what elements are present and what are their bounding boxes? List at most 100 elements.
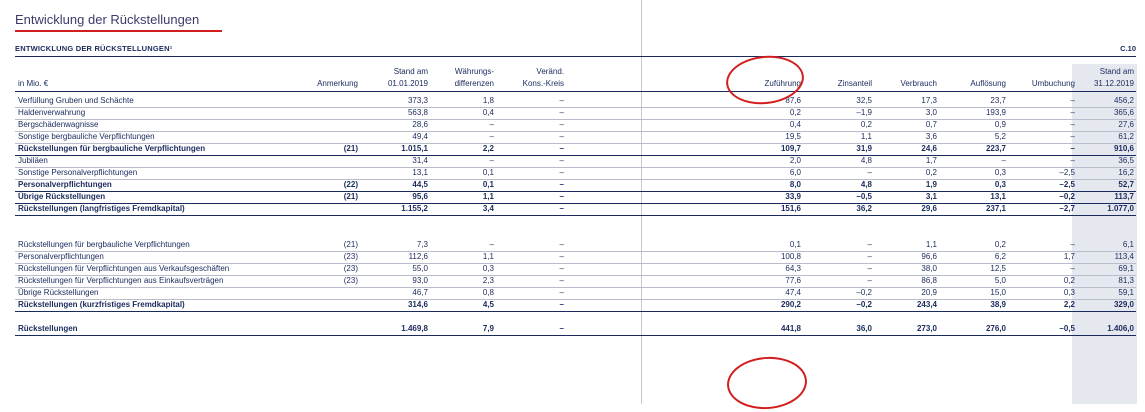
header-note: Anmerkung [317,79,358,88]
row-label: Sonstige Personalverpflichtungen [18,168,138,177]
row-cell-v5: 3,0 [925,108,937,117]
row-cell-v6: 5,2 [994,132,1006,141]
row-cell-v5: 20,9 [921,288,937,297]
row-cell-v7: –0,2 [1059,192,1075,201]
row-cell-v2: – [559,156,564,165]
row-cell-v2: – [559,240,564,249]
row-cell-v4: –0,2 [856,300,872,309]
row-cell-v7: – [1070,240,1075,249]
row-cell-v8: 59,1 [1118,288,1134,297]
row-cell-v7: – [1070,108,1075,117]
row-cell-v6: 223,7 [985,144,1006,153]
row-cell-v6: 6,2 [994,252,1006,261]
row-cell-v0: 314,6 [407,300,428,309]
row-cell-v8: 16,2 [1118,168,1134,177]
total-zufuehrung-circle-annotation [725,354,809,412]
row-cell-v0: 31,4 [412,156,428,165]
row-cell-v7: 0,3 [1063,288,1075,297]
row-cell-v4: – [867,168,872,177]
row-cell-v1: – [489,156,494,165]
row-cell-v0: 112,6 [408,252,428,261]
row-cell-v3: 441,8 [780,324,801,333]
row-cell-v4: –0,5 [856,192,872,201]
row-label: Übrige Rückstellungen [18,192,106,201]
row-cell-v7: 2,2 [1063,300,1075,309]
row-cell-v5: 24,6 [921,144,937,153]
row-label: Personalverpflichtungen [18,252,104,261]
row-cell-v3: 64,3 [785,264,801,273]
row-cell-v5: 3,1 [925,192,937,201]
row-cell-v2: – [559,132,564,141]
title-underline-annotation [15,30,222,32]
table-code: C.10 [1120,44,1136,53]
header-v1-bot: differenzen [454,79,494,88]
row-cell-v6: 5,0 [994,276,1006,285]
row-cell-v0: 55,0 [412,264,428,273]
row-cell-v8: 910,6 [1113,144,1134,153]
row-cell-v0: 1.155,2 [401,204,428,213]
header-v2-top: Veränd. [536,67,564,76]
header-v8-top: Stand am [1099,67,1134,76]
row-cell-v0: 44,5 [412,180,428,189]
row-cell-v8: 52,7 [1118,180,1134,189]
row-cell-v7: –2,5 [1059,180,1075,189]
table-row: Rückstellungen (langfristiges Fremdkapit… [15,203,1136,216]
header-v8-bot: 31.12.2019 [1093,79,1134,88]
row-cell-v4: – [867,252,872,261]
row-cell-v6: 0,3 [994,180,1006,189]
row-cell-v2: – [559,144,564,153]
table-row: Rückstellungen (kurzfristiges Fremdkapit… [15,299,1136,312]
row-cell-v8: 113,4 [1114,252,1134,261]
row-cell-v2: – [559,168,564,177]
row-cell-v6: 12,5 [990,264,1006,273]
header-v1-top: Währungs- [454,67,494,76]
row-cell-v8: 36,5 [1118,156,1134,165]
row-cell-v0: 1.015,1 [401,144,428,153]
row-cell-v4: 36,2 [856,204,872,213]
row-cell-v4: 4,8 [860,156,872,165]
row-cell-v5: 1,7 [925,156,937,165]
row-cell-v2: – [559,180,564,189]
table-header: Stand am Währungs- Veränd. Stand am in M… [15,67,1136,91]
row-cell-v8: 81,3 [1118,276,1134,285]
row-cell-v5: 1,1 [925,240,937,249]
row-cell-v1: 0,8 [482,288,494,297]
row-note: (21) [343,240,358,249]
row-cell-v3: 77,6 [785,276,801,285]
row-cell-v3: 33,9 [785,192,801,201]
row-note: (21) [343,192,358,201]
row-cell-v1: – [489,240,494,249]
row-cell-v8: 456,2 [1113,96,1134,105]
row-cell-v7: 1,7 [1063,252,1075,261]
row-cell-v5: 96,6 [921,252,937,261]
row-label: Sonstige bergbauliche Verpflichtungen [18,132,155,141]
row-cell-v4: 31,9 [856,144,872,153]
header-v4: Zinsanteil [837,79,872,88]
row-label: Bergschädenwagnisse [18,120,99,129]
row-cell-v0: 93,0 [412,276,428,285]
row-cell-v7: – [1070,132,1075,141]
row-cell-v3: 0,4 [789,120,801,129]
row-cell-v8: 61,2 [1118,132,1134,141]
row-cell-v5: 0,2 [925,168,937,177]
row-cell-v6: 23,7 [990,96,1006,105]
row-label: Rückstellungen für bergbauliche Verpflic… [18,240,190,249]
row-cell-v8: 69,1 [1118,264,1134,273]
row-cell-v1: 2,3 [482,276,494,285]
row-cell-v2: – [559,192,564,201]
table-title: ENTWICKLUNG DER RÜCKSTELLUNGEN¹ [15,44,173,53]
page-title: Entwicklung der Rückstellungen [15,12,200,27]
row-label: Personalverpflichtungen [18,180,112,189]
row-cell-v0: 7,3 [416,240,428,249]
row-label: Rückstellungen (kurzfristiges Fremdkapit… [18,300,185,309]
row-cell-v3: 19,5 [785,132,801,141]
row-cell-v8: 365,6 [1113,108,1134,117]
row-cell-v1: 2,2 [482,144,494,153]
row-cell-v0: 49,4 [412,132,428,141]
row-cell-v0: 13,1 [412,168,428,177]
row-cell-v6: 38,9 [990,300,1006,309]
row-cell-v1: 4,5 [482,300,494,309]
row-cell-v6: 15,0 [990,288,1006,297]
header-v0-top: Stand am [393,67,428,76]
row-cell-v1: 0,4 [482,108,494,117]
